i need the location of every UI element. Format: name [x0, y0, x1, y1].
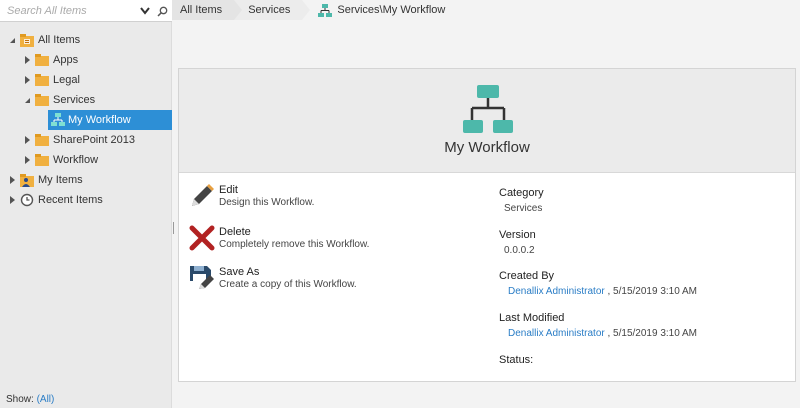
last-modified-label: Last Modified: [499, 312, 565, 324]
delete-action[interactable]: Delete Completely remove this Workflow.: [189, 225, 429, 259]
tree-label: My Workflow: [68, 114, 131, 126]
created-date: , 5/15/2019 3:10 AM: [607, 286, 698, 297]
expand-toggle-icon[interactable]: [23, 76, 31, 84]
breadcrumb-label: Services: [248, 4, 291, 16]
version-value: 0.0.0.2: [504, 245, 535, 256]
search-bar: [0, 0, 172, 22]
tree-node-services[interactable]: Services: [0, 90, 172, 110]
tree-label: Apps: [53, 54, 79, 66]
expand-toggle-icon[interactable]: [8, 176, 16, 184]
tree-node-recent-items[interactable]: Recent Items: [0, 190, 172, 210]
modified-date: , 5/15/2019 3:10 AM: [607, 328, 698, 339]
workflow-icon: [51, 113, 65, 127]
version-label: Version: [499, 229, 536, 241]
tree-node-legal[interactable]: Legal: [0, 70, 172, 90]
collapse-toggle-icon[interactable]: [23, 96, 31, 104]
created-by-user-link[interactable]: Denallix Administrator: [504, 286, 605, 297]
sidebar-splitter-handle[interactable]: [173, 222, 175, 234]
workflow-title: My Workflow: [444, 139, 530, 156]
category-label: Category: [499, 187, 544, 199]
all-items-folder-icon: [20, 33, 34, 47]
breadcrumb-label: All Items: [180, 4, 223, 16]
last-modified-value: Denallix Administrator , 5/15/2019 3:10 …: [499, 328, 697, 339]
save-as-action-desc: Create a copy of this Workflow.: [219, 279, 357, 290]
folder-icon: [35, 133, 49, 147]
tree-label: My Items: [38, 174, 83, 186]
expand-toggle-icon[interactable]: [23, 56, 31, 64]
show-label: Show:: [6, 394, 34, 405]
tree-node-workflow[interactable]: Workflow: [0, 150, 172, 170]
tree-label: All Items: [38, 34, 81, 46]
breadcrumb-services[interactable]: Services: [234, 0, 311, 20]
search-input[interactable]: [0, 4, 130, 17]
created-by-property: Created By Denallix Administrator , 5/15…: [499, 270, 697, 297]
modified-by-user-link[interactable]: Denallix Administrator: [504, 328, 605, 339]
breadcrumb-current: Services\My Workflow: [302, 0, 457, 20]
pencil-icon: [192, 184, 214, 206]
status-label: Status:: [499, 354, 534, 366]
tree-node-all-items[interactable]: All Items: [0, 30, 172, 50]
delete-action-desc: Completely remove this Workflow.: [219, 239, 370, 250]
tree-label: SharePoint 2013: [53, 134, 135, 146]
category-value: Services: [504, 203, 543, 214]
chevron-down-icon[interactable]: [138, 4, 152, 18]
workflow-large-icon: [463, 85, 513, 133]
breadcrumb: All Items Services Services\My Workflow: [172, 0, 457, 20]
expand-toggle-icon[interactable]: [8, 196, 16, 204]
created-by-label: Created By: [499, 270, 555, 282]
clock-icon: [20, 193, 34, 207]
save-as-action-label: Save As: [219, 266, 260, 278]
workflow-details-card: My Workflow Edit Design this Workflow. D…: [178, 68, 796, 382]
workflow-icon: [318, 3, 333, 17]
expand-toggle-icon[interactable]: [8, 36, 16, 44]
tree-label: Legal: [53, 74, 80, 86]
edit-action[interactable]: Edit Design this Workflow.: [189, 183, 429, 217]
search-icon[interactable]: [155, 4, 169, 18]
sidebar: All Items Apps Legal: [0, 0, 172, 408]
tree-node-apps[interactable]: Apps: [0, 50, 172, 70]
breadcrumb-all-items[interactable]: All Items: [172, 0, 243, 20]
created-by-value: Denallix Administrator , 5/15/2019 3:10 …: [499, 286, 697, 297]
tree-node-sharepoint-2013[interactable]: SharePoint 2013: [0, 130, 172, 150]
folder-open-icon: [35, 93, 49, 107]
status-property: Status:: [499, 354, 533, 366]
edit-action-desc: Design this Workflow.: [219, 197, 315, 208]
tree-label: Recent Items: [38, 194, 103, 206]
edit-action-label: Edit: [219, 184, 238, 196]
delete-x-icon: [189, 225, 215, 251]
version-property: Version 0.0.0.2: [499, 229, 536, 256]
expand-toggle-icon[interactable]: [23, 136, 31, 144]
show-filter: Show: (All): [6, 394, 54, 405]
folder-icon: [35, 73, 49, 87]
tree-label: Workflow: [53, 154, 99, 166]
show-filter-link[interactable]: (All): [37, 394, 55, 405]
tree-view: All Items Apps Legal Services My Workflo…: [0, 30, 172, 210]
tree-label: Services: [53, 94, 96, 106]
category-property: Category Services: [499, 187, 544, 214]
delete-action-label: Delete: [219, 226, 251, 238]
card-header: My Workflow: [179, 69, 795, 173]
user-folder-icon: [20, 173, 34, 187]
breadcrumb-label: Services\My Workflow: [337, 4, 446, 16]
folder-icon: [35, 53, 49, 67]
last-modified-property: Last Modified Denallix Administrator , 5…: [499, 312, 697, 339]
save-as-action[interactable]: Save As Create a copy of this Workflow.: [189, 265, 429, 299]
tree-node-my-workflow[interactable]: My Workflow: [0, 110, 172, 130]
save-as-icon: [190, 266, 214, 289]
expand-toggle-icon[interactable]: [23, 156, 31, 164]
tree-node-my-items[interactable]: My Items: [0, 170, 172, 190]
folder-icon: [35, 153, 49, 167]
